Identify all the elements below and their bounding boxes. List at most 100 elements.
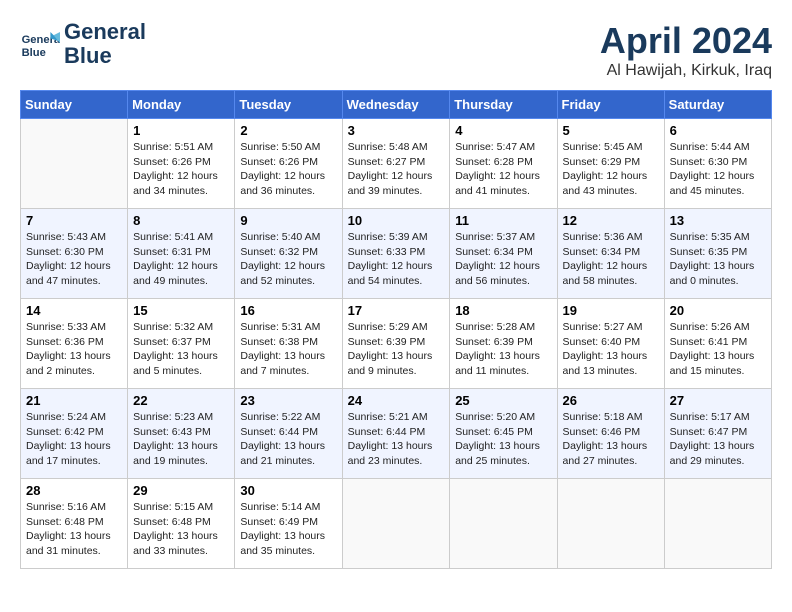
day-info: Sunrise: 5:22 AM Sunset: 6:44 PM Dayligh…	[240, 410, 336, 469]
day-info: Sunrise: 5:20 AM Sunset: 6:45 PM Dayligh…	[455, 410, 551, 469]
day-number: 16	[240, 303, 336, 318]
day-number: 20	[670, 303, 766, 318]
calendar-cell: 2 Sunrise: 5:50 AM Sunset: 6:26 PM Daylig…	[235, 119, 342, 209]
logo-text: General	[64, 20, 146, 44]
day-number: 7	[26, 213, 122, 228]
calendar-cell: 15Sunrise: 5:32 AM Sunset: 6:37 PM Dayli…	[128, 299, 235, 389]
day-info: Sunrise: 5:39 AM Sunset: 6:33 PM Dayligh…	[348, 230, 445, 289]
day-info: Sunrise: 5:26 AM Sunset: 6:41 PM Dayligh…	[670, 320, 766, 379]
day-info: Sunrise: 5:28 AM Sunset: 6:39 PM Dayligh…	[455, 320, 551, 379]
day-number: 3	[348, 123, 445, 138]
day-number: 10	[348, 213, 445, 228]
month-title: April 2024	[600, 20, 772, 62]
calendar-cell: 12 Sunrise: 5:36 AM Sunset: 6:34 PM Dayli…	[557, 209, 664, 299]
day-info: Sunrise: 5:33 AM Sunset: 6:36 PM Dayligh…	[26, 320, 122, 379]
day-number: 22	[133, 393, 229, 408]
calendar-cell: 5 Sunrise: 5:45 AM Sunset: 6:29 PM Daylig…	[557, 119, 664, 209]
day-number: 8	[133, 213, 229, 228]
calendar-cell	[342, 479, 450, 569]
location: Al Hawijah, Kirkuk, Iraq	[600, 62, 772, 80]
calendar-table: SundayMondayTuesdayWednesdayThursdayFrid…	[20, 90, 772, 569]
calendar-cell: 7 Sunrise: 5:43 AM Sunset: 6:30 PM Daylig…	[21, 209, 128, 299]
day-info: Sunrise: 5:31 AM Sunset: 6:38 PM Dayligh…	[240, 320, 336, 379]
calendar-cell: 29 Sunrise: 5:15 AM Sunset: 6:48 PM Dayli…	[128, 479, 235, 569]
calendar-cell: 9 Sunrise: 5:40 AM Sunset: 6:32 PM Daylig…	[235, 209, 342, 299]
day-number: 6	[670, 123, 766, 138]
calendar-cell: 19 Sunrise: 5:27 AM Sunset: 6:40 PM Dayli…	[557, 299, 664, 389]
logo: General Blue General Blue	[20, 20, 146, 68]
day-info: Sunrise: 5:48 AM Sunset: 6:27 PM Dayligh…	[348, 140, 445, 199]
title-block: April 2024 Al Hawijah, Kirkuk, Iraq	[600, 20, 772, 80]
day-number: 26	[563, 393, 659, 408]
day-info: Sunrise: 5:51 AM Sunset: 6:26 PM Dayligh…	[133, 140, 229, 199]
day-info: Sunrise: 5:36 AM Sunset: 6:34 PM Dayligh…	[563, 230, 659, 289]
calendar-cell: 28 Sunrise: 5:16 AM Sunset: 6:48 PM Dayli…	[21, 479, 128, 569]
calendar-cell: 22 Sunrise: 5:23 AM Sunset: 6:43 PM Dayli…	[128, 389, 235, 479]
calendar-cell: 10 Sunrise: 5:39 AM Sunset: 6:33 PM Dayli…	[342, 209, 450, 299]
day-number: 1	[133, 123, 229, 138]
calendar-body: 1 Sunrise: 5:51 AM Sunset: 6:26 PM Daylig…	[21, 119, 772, 569]
day-number: 11	[455, 213, 551, 228]
day-number: 23	[240, 393, 336, 408]
calendar-cell	[664, 479, 771, 569]
page-header: General Blue General Blue April 2024 Al …	[20, 20, 772, 80]
day-info: Sunrise: 5:18 AM Sunset: 6:46 PM Dayligh…	[563, 410, 659, 469]
calendar-cell: 11Sunrise: 5:37 AM Sunset: 6:34 PM Dayli…	[450, 209, 557, 299]
calendar-cell	[21, 119, 128, 209]
calendar-cell: 21Sunrise: 5:24 AM Sunset: 6:42 PM Dayli…	[21, 389, 128, 479]
calendar-cell	[557, 479, 664, 569]
calendar-cell: 3 Sunrise: 5:48 AM Sunset: 6:27 PM Daylig…	[342, 119, 450, 209]
calendar-cell: 25 Sunrise: 5:20 AM Sunset: 6:45 PM Dayli…	[450, 389, 557, 479]
logo-text2: Blue	[64, 44, 146, 68]
day-number: 29	[133, 483, 229, 498]
calendar-cell: 16 Sunrise: 5:31 AM Sunset: 6:38 PM Dayli…	[235, 299, 342, 389]
day-number: 12	[563, 213, 659, 228]
day-info: Sunrise: 5:15 AM Sunset: 6:48 PM Dayligh…	[133, 500, 229, 559]
calendar-cell: 23 Sunrise: 5:22 AM Sunset: 6:44 PM Dayli…	[235, 389, 342, 479]
logo-icon: General Blue	[20, 24, 60, 64]
day-info: Sunrise: 5:43 AM Sunset: 6:30 PM Dayligh…	[26, 230, 122, 289]
day-info: Sunrise: 5:24 AM Sunset: 6:42 PM Dayligh…	[26, 410, 122, 469]
day-header-saturday: Saturday	[664, 91, 771, 119]
day-info: Sunrise: 5:27 AM Sunset: 6:40 PM Dayligh…	[563, 320, 659, 379]
svg-text:Blue: Blue	[22, 47, 46, 59]
day-info: Sunrise: 5:50 AM Sunset: 6:26 PM Dayligh…	[240, 140, 336, 199]
calendar-header-row: SundayMondayTuesdayWednesdayThursdayFrid…	[21, 91, 772, 119]
calendar-cell: 6 Sunrise: 5:44 AM Sunset: 6:30 PM Daylig…	[664, 119, 771, 209]
day-number: 9	[240, 213, 336, 228]
day-header-monday: Monday	[128, 91, 235, 119]
day-number: 27	[670, 393, 766, 408]
day-info: Sunrise: 5:45 AM Sunset: 6:29 PM Dayligh…	[563, 140, 659, 199]
day-info: Sunrise: 5:29 AM Sunset: 6:39 PM Dayligh…	[348, 320, 445, 379]
day-number: 28	[26, 483, 122, 498]
day-info: Sunrise: 5:21 AM Sunset: 6:44 PM Dayligh…	[348, 410, 445, 469]
day-number: 19	[563, 303, 659, 318]
calendar-cell: 13Sunrise: 5:35 AM Sunset: 6:35 PM Dayli…	[664, 209, 771, 299]
day-info: Sunrise: 5:14 AM Sunset: 6:49 PM Dayligh…	[240, 500, 336, 559]
calendar-week-row: 28 Sunrise: 5:16 AM Sunset: 6:48 PM Dayli…	[21, 479, 772, 569]
day-number: 5	[563, 123, 659, 138]
day-header-sunday: Sunday	[21, 91, 128, 119]
day-info: Sunrise: 5:16 AM Sunset: 6:48 PM Dayligh…	[26, 500, 122, 559]
day-info: Sunrise: 5:23 AM Sunset: 6:43 PM Dayligh…	[133, 410, 229, 469]
day-number: 13	[670, 213, 766, 228]
day-header-tuesday: Tuesday	[235, 91, 342, 119]
day-number: 18	[455, 303, 551, 318]
day-number: 25	[455, 393, 551, 408]
day-header-thursday: Thursday	[450, 91, 557, 119]
calendar-week-row: 21Sunrise: 5:24 AM Sunset: 6:42 PM Dayli…	[21, 389, 772, 479]
day-number: 15	[133, 303, 229, 318]
day-number: 2	[240, 123, 336, 138]
calendar-week-row: 1 Sunrise: 5:51 AM Sunset: 6:26 PM Daylig…	[21, 119, 772, 209]
day-info: Sunrise: 5:44 AM Sunset: 6:30 PM Dayligh…	[670, 140, 766, 199]
calendar-cell: 30Sunrise: 5:14 AM Sunset: 6:49 PM Dayli…	[235, 479, 342, 569]
calendar-cell: 27Sunrise: 5:17 AM Sunset: 6:47 PM Dayli…	[664, 389, 771, 479]
calendar-week-row: 7 Sunrise: 5:43 AM Sunset: 6:30 PM Daylig…	[21, 209, 772, 299]
calendar-cell	[450, 479, 557, 569]
calendar-cell: 14Sunrise: 5:33 AM Sunset: 6:36 PM Dayli…	[21, 299, 128, 389]
day-number: 17	[348, 303, 445, 318]
day-info: Sunrise: 5:41 AM Sunset: 6:31 PM Dayligh…	[133, 230, 229, 289]
day-header-wednesday: Wednesday	[342, 91, 450, 119]
day-info: Sunrise: 5:40 AM Sunset: 6:32 PM Dayligh…	[240, 230, 336, 289]
calendar-cell: 26 Sunrise: 5:18 AM Sunset: 6:46 PM Dayli…	[557, 389, 664, 479]
